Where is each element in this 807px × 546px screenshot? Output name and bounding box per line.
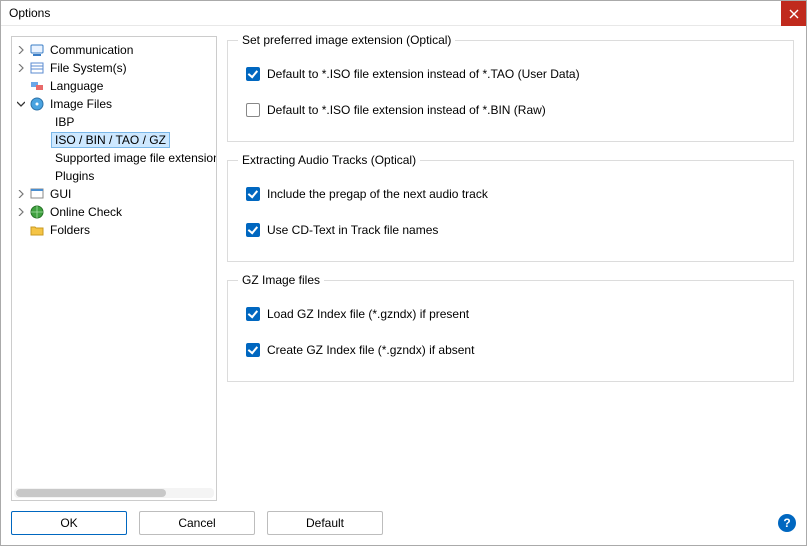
checkbox-row: Include the pregap of the next audio tra… [246,185,779,203]
group-title: Set preferred image extension (Optical) [238,33,455,47]
tree-item-folders[interactable]: Folders [14,221,217,239]
tree-item-label: Supported image file extension [53,151,217,165]
tree-item-label: Folders [48,223,92,237]
disc-icon [29,96,45,112]
close-icon [789,9,799,19]
checkbox-row: Load GZ Index file (*.gzndx) if present [246,305,779,323]
footer: OK Cancel Default ? [1,501,806,545]
tree-item-label: IBP [53,115,76,129]
close-button[interactable] [781,1,806,26]
chevron-right-icon[interactable] [14,205,28,219]
nav-tree: Communication File System(s) Language Im… [12,37,217,243]
language-icon [29,78,45,94]
tree-item-label: Online Check [48,205,124,219]
group-preferred-extension: Set preferred image extension (Optical) … [227,40,794,142]
window-title: Options [9,6,50,20]
tree-item-label: Plugins [53,169,96,183]
filesystem-icon [29,60,45,76]
tree-item-language[interactable]: Language [14,77,217,95]
group-title: GZ Image files [238,273,324,287]
checkbox-label: Include the pregap of the next audio tra… [267,187,488,201]
chevron-right-icon[interactable] [14,43,28,57]
folder-icon [29,222,45,238]
scrollbar-thumb[interactable] [16,489,166,497]
tree-item-label: Language [48,79,105,93]
tree-item-label: File System(s) [48,61,129,75]
checkbox-load-gz-index[interactable] [246,307,260,321]
tree-item-online-check[interactable]: Online Check [14,203,217,221]
checkbox-label: Load GZ Index file (*.gzndx) if present [267,307,469,321]
checkbox-default-tao[interactable] [246,67,260,81]
checkbox-row: Use CD-Text in Track file names [246,221,779,239]
group-title: Extracting Audio Tracks (Optical) [238,153,420,167]
tree-item-supported-ext[interactable]: Supported image file extension [14,149,217,167]
checkbox-create-gz-index[interactable] [246,343,260,357]
default-button[interactable]: Default [267,511,383,535]
tree-item-communication[interactable]: Communication [14,41,217,59]
communication-icon [29,42,45,58]
tree-item-label: Image Files [48,97,114,111]
tree-item-gui[interactable]: GUI [14,185,217,203]
settings-panel: Set preferred image extension (Optical) … [227,36,796,501]
tree-item-label: GUI [48,187,73,201]
help-icon[interactable]: ? [778,514,796,532]
content-area: Communication File System(s) Language Im… [1,26,806,501]
gui-icon [29,186,45,202]
tree-scrollbar[interactable] [14,488,214,498]
checkbox-label: Default to *.ISO file extension instead … [267,67,580,81]
checkbox-label: Create GZ Index file (*.gzndx) if absent [267,343,474,357]
checkbox-row: Default to *.ISO file extension instead … [246,65,779,83]
titlebar: Options [1,1,806,26]
checkbox-row: Create GZ Index file (*.gzndx) if absent [246,341,779,359]
checkbox-default-bin[interactable] [246,103,260,117]
nav-tree-panel: Communication File System(s) Language Im… [11,36,217,501]
tree-item-iso-bin-tao-gz[interactable]: ISO / BIN / TAO / GZ [14,131,217,149]
group-extract-audio: Extracting Audio Tracks (Optical) Includ… [227,160,794,262]
checkbox-row: Default to *.ISO file extension instead … [246,101,779,119]
tree-item-label: Communication [48,43,135,57]
checkbox-include-pregap[interactable] [246,187,260,201]
ok-button[interactable]: OK [11,511,127,535]
tree-item-label: ISO / BIN / TAO / GZ [51,132,170,148]
options-window: Options Communication File System(s) [0,0,807,546]
chevron-right-icon[interactable] [14,187,28,201]
tree-item-plugins[interactable]: Plugins [14,167,217,185]
group-gz-image: GZ Image files Load GZ Index file (*.gzn… [227,280,794,382]
checkbox-cd-text[interactable] [246,223,260,237]
cancel-button[interactable]: Cancel [139,511,255,535]
tree-item-image-files[interactable]: Image Files [14,95,217,113]
checkbox-label: Default to *.ISO file extension instead … [267,103,546,117]
chevron-down-icon[interactable] [14,97,28,111]
tree-item-filesystem[interactable]: File System(s) [14,59,217,77]
tree-item-ibp[interactable]: IBP [14,113,217,131]
globe-icon [29,204,45,220]
chevron-right-icon[interactable] [14,61,28,75]
checkbox-label: Use CD-Text in Track file names [267,223,438,237]
